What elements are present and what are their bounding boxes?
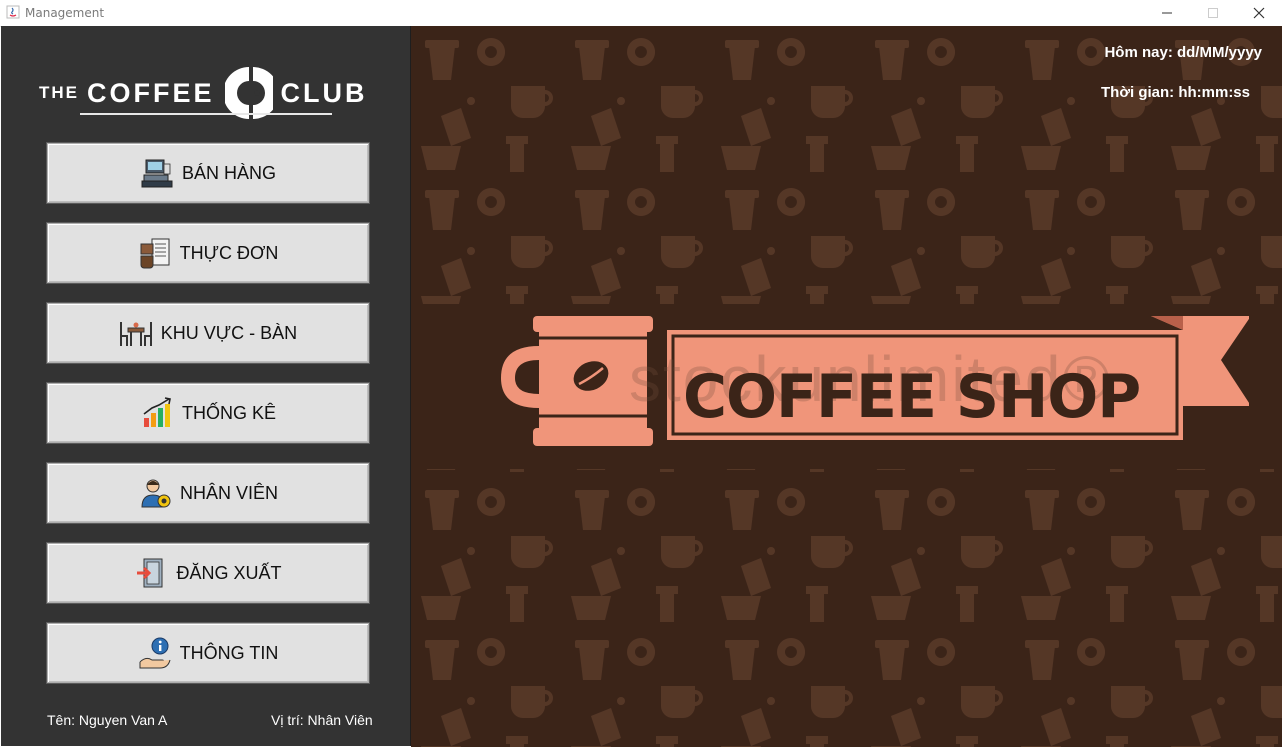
maximize-button[interactable] (1190, 0, 1236, 26)
java-app-icon (6, 5, 20, 19)
thong-tin-button[interactable]: THÔNG TIN (47, 623, 369, 683)
sidebar: THE COFFEE CLUB BÁN HÀNG THỰC ĐƠN KHU VỰ… (1, 26, 411, 746)
brand-the: THE (39, 83, 79, 102)
today-date: Hôm nay: dd/MM/yyyy (1104, 44, 1262, 61)
ban-hang-button[interactable]: BÁN HÀNG (47, 143, 369, 203)
current-time: Thời gian: hh:mm:ss (1101, 84, 1250, 101)
thong-ke-label: THỐNG KÊ (181, 402, 276, 423)
main-content: Hôm nay: dd/MM/yyyy Thời gian: hh:mm:ss … (411, 26, 1282, 747)
close-button[interactable] (1236, 0, 1282, 26)
maximize-icon (1208, 8, 1218, 18)
nhan-vien-button[interactable]: NHÂN VIÊN (47, 463, 369, 523)
brand-coffee: COFFEE (87, 77, 215, 108)
logout-door-icon (134, 556, 168, 590)
staff-icon (138, 476, 172, 510)
thong-tin-label: THÔNG TIN (179, 642, 279, 663)
thuc-don-button[interactable]: THỰC ĐƠN (47, 223, 369, 283)
brand-club: CLUB (280, 77, 368, 108)
khu-vuc-ban-label: KHU VỰC - BÀN (160, 322, 298, 343)
table-chairs-icon (119, 316, 153, 350)
thong-ke-button[interactable]: THỐNG KÊ (47, 383, 369, 443)
nhan-vien-label: NHÂN VIÊN (179, 482, 278, 503)
thuc-don-label: THỰC ĐƠN (179, 242, 279, 263)
khu-vuc-ban-button[interactable]: KHU VỰC - BÀN (47, 303, 369, 363)
brand-divider (80, 113, 332, 115)
user-role: Vị trí: Nhân Viên (271, 712, 373, 728)
dang-xuat-label: ĐĂNG XUẤT (176, 562, 282, 583)
dang-xuat-button[interactable]: ĐĂNG XUẤT (47, 543, 369, 603)
bar-chart-icon (140, 396, 174, 430)
menu-board-icon (138, 236, 172, 270)
minimize-icon (1162, 12, 1172, 14)
ban-hang-label: BÁN HÀNG (181, 162, 277, 183)
coffee-shop-title: COFFEE SHOP (683, 362, 1141, 432)
close-icon (1253, 7, 1265, 19)
cash-register-icon (140, 156, 174, 190)
user-name: Tên: Nguyen Van A (47, 712, 168, 728)
title-bar: Management (0, 0, 1282, 27)
minimize-button[interactable] (1144, 0, 1190, 26)
info-hand-icon (138, 636, 172, 670)
window-title: Management (25, 6, 105, 20)
